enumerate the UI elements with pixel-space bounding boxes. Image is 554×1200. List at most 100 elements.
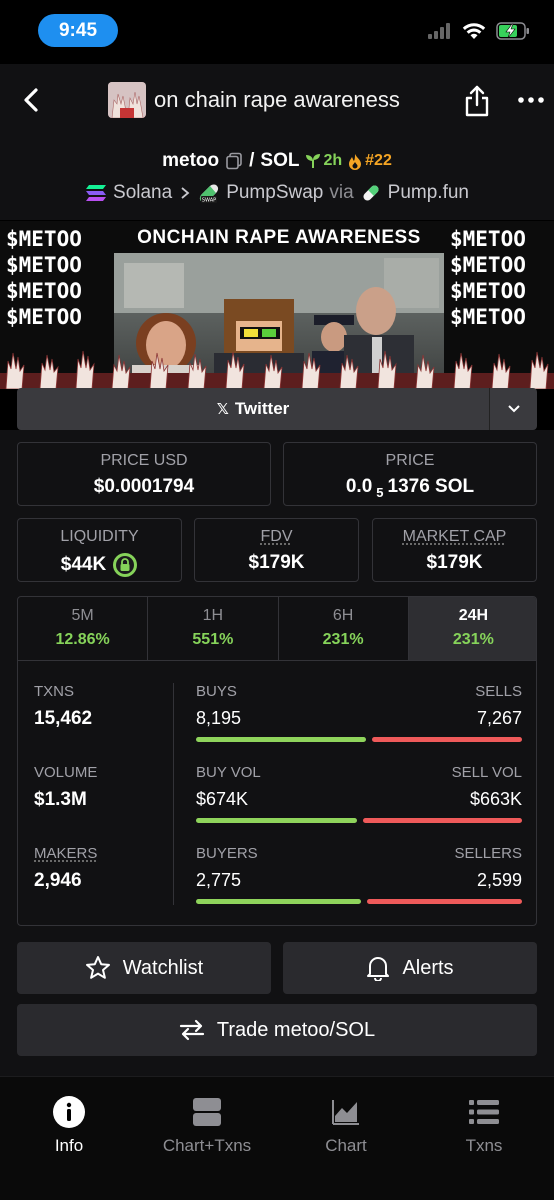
buy-vol-label: BUY VOL [196, 764, 261, 781]
tab-24h[interactable]: 24H 231% [408, 597, 536, 660]
split-view-icon [193, 1098, 221, 1126]
market-cap-card: MARKET CAP $179K [372, 518, 537, 582]
tab-1h[interactable]: 1H 551% [148, 597, 279, 660]
liquidity-value-row: $44K [18, 552, 181, 578]
banner-ticker: $METOO [6, 227, 82, 251]
metrics-divider [173, 683, 174, 905]
makers-value: 2,946 [34, 870, 82, 891]
list-icon [469, 1100, 499, 1124]
status-time: 9:45 [38, 14, 118, 47]
tab-change: 12.86% [55, 631, 110, 648]
share-icon[interactable] [462, 84, 492, 118]
fdv-label[interactable]: FDV [261, 528, 293, 545]
buys-sells-bar [196, 737, 522, 742]
price-native-card: PRICE 0.0 5 1376 SOL [283, 442, 537, 506]
fdv-value: $179K [248, 552, 305, 573]
price-native-label: PRICE [385, 452, 435, 469]
sellers-label: SELLERS [454, 845, 522, 862]
price-usd-value: $0.0001794 [93, 476, 195, 497]
market-cap-label[interactable]: MARKET CAP [403, 528, 507, 545]
makers-label[interactable]: MAKERS [34, 845, 97, 862]
price-native-suffix: 1376 SOL [387, 476, 475, 497]
trending-rank: #22 [365, 152, 392, 169]
back-chevron-icon[interactable] [18, 86, 46, 114]
pair-separator: / [249, 150, 255, 171]
buyers-sellers-row: BUYERS SELLERS 2,775 2,599 [196, 845, 522, 904]
twitter-button[interactable]: 𝕏 Twitter [17, 399, 489, 419]
trending-rank-badge[interactable]: #22 [348, 152, 392, 170]
dex-name[interactable]: PumpSwap [226, 182, 323, 204]
tab-label: 24H [458, 607, 489, 624]
watchlist-button[interactable]: Watchlist [17, 942, 271, 994]
via-label: via [329, 182, 354, 203]
svg-text:SWAP: SWAP [202, 198, 216, 204]
tab-chart-txns-label: Chart+Txns [162, 1136, 252, 1155]
tab-chart-txns[interactable]: Chart+Txns [138, 1095, 276, 1156]
twitter-link-bar: 𝕏 Twitter [17, 388, 537, 430]
more-options-icon[interactable] [516, 88, 546, 112]
trade-label: Trade metoo/SOL [216, 1018, 376, 1041]
tab-change: 231% [452, 631, 494, 648]
buys-label: BUYS [196, 683, 237, 700]
token-header: metoo / SOL 2h #22 Solana SWAP PumpSwap … [0, 136, 554, 220]
banner-hands-decoration [0, 350, 554, 389]
tab-6h[interactable]: 6H 231% [279, 597, 409, 660]
trade-button[interactable]: Trade metoo/SOL [17, 1004, 537, 1056]
token-symbol: metoo [162, 150, 220, 171]
pair-age-badge: 2h [305, 152, 342, 170]
price-usd-card: PRICE USD $0.0001794 [17, 442, 271, 506]
tab-5m[interactable]: 5M 12.86% [18, 597, 149, 660]
price-native-zero-count: 5 [376, 484, 384, 500]
banner-ticker: $METOO [450, 279, 526, 303]
area-chart-icon [332, 1100, 359, 1125]
volume-metric: VOLUME $1.3M [34, 764, 97, 811]
pumpfun-pill-icon [363, 185, 379, 201]
nav-header: on chain rape awareness [0, 64, 554, 136]
tab-info-label: Info [54, 1136, 84, 1155]
liquidity-locked-icon[interactable] [112, 552, 138, 578]
token-avatar [108, 82, 146, 118]
cellular-signal-icon [428, 23, 450, 39]
sell-vol-label: SELL VOL [451, 764, 522, 781]
alerts-button[interactable]: Alerts [283, 942, 537, 994]
sell-vol-value: $663K [469, 789, 522, 809]
banner-ticker: $METOO [450, 227, 526, 251]
price-native-value: 0.0 5 1376 SOL [284, 476, 536, 500]
pair-age: 2h [323, 152, 343, 169]
tab-txns[interactable]: Txns [415, 1095, 553, 1156]
banner-title: ONCHAIN RAPE AWARENESS [137, 227, 421, 248]
quote-symbol: SOL [260, 150, 300, 171]
volume-value: $1.3M [34, 789, 87, 810]
market-cap-value: $179K [426, 552, 483, 573]
buyers-bar [196, 899, 361, 904]
battery-charging-icon [496, 22, 529, 40]
copy-icon[interactable] [225, 152, 243, 170]
banner-ticker: $METOO [450, 253, 526, 277]
timeframe-stats-panel: 5M 12.86% 1H 551% 6H 231% 24H 231% TXNS … [17, 596, 537, 926]
pair-line: metoo / SOL 2h #22 [0, 150, 554, 172]
x-logo-icon: 𝕏 [216, 401, 229, 418]
txns-metric: TXNS 15,462 [34, 683, 92, 730]
token-banner-image: $METOO $METOO $METOO $METOO $METOO $METO… [0, 221, 554, 389]
tab-label: 6H [332, 607, 354, 624]
sells-value: 7,267 [476, 708, 522, 728]
swap-arrows-icon [179, 1019, 204, 1041]
launchpad-name[interactable]: Pump.fun [388, 182, 469, 204]
tab-info[interactable]: Info [0, 1095, 138, 1156]
buyvol-sellvol-row: BUY VOL SELL VOL $674K $663K [196, 764, 522, 823]
tab-chart[interactable]: Chart [277, 1095, 415, 1156]
bottom-tab-bar: Info Chart+Txns Chart Txns [0, 1076, 554, 1200]
txns-value: 15,462 [34, 708, 93, 729]
liquidity-label: LIQUIDITY [60, 528, 139, 545]
buy-vol-bar [196, 818, 357, 823]
buyvol-sellvol-bar [196, 818, 522, 823]
buyers-sellers-bar [196, 899, 522, 904]
socials-dropdown-button[interactable] [489, 388, 537, 430]
star-icon [85, 956, 110, 979]
chain-line: Solana SWAP PumpSwap via Pump.fun [0, 182, 554, 204]
buys-bar [196, 737, 366, 742]
chain-name[interactable]: Solana [113, 182, 172, 204]
banner-ticker-right: $METOO $METOO $METOO $METOO [450, 227, 526, 329]
sells-label: SELLS [475, 683, 522, 700]
tab-chart-label: Chart [325, 1136, 367, 1155]
